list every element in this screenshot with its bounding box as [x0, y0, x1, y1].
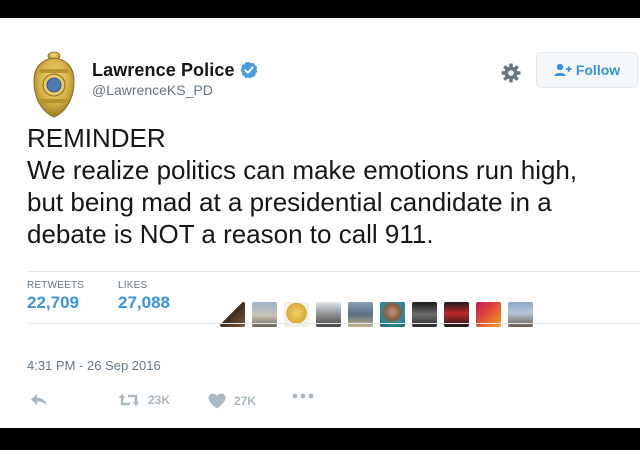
more-button[interactable] [292, 393, 322, 399]
retweets-stat[interactable]: RETWEETS 22,709 [27, 280, 84, 313]
top-black-bar [0, 0, 640, 18]
follow-button[interactable]: Follow [536, 52, 638, 88]
tweet-line: REMINDER [27, 123, 166, 153]
name-row: Lawrence Police [92, 58, 258, 82]
tweet-line: We realize politics can make emotions ru… [27, 155, 578, 185]
divider [27, 323, 640, 324]
likes-stat[interactable]: LIKES 27,088 [118, 280, 170, 313]
heart-icon [208, 393, 226, 409]
retweet-count: 23K [148, 393, 171, 407]
retweet-icon [118, 394, 140, 406]
tweet-line: debate is NOT a reason to call 911. [27, 219, 434, 249]
verified-badge-icon [240, 61, 258, 79]
reply-icon [31, 394, 47, 406]
tweet-card: Lawrence Police @LawrenceKS_PD Follow RE… [0, 18, 640, 428]
gear-icon[interactable] [500, 62, 522, 84]
liker-avatars [220, 302, 540, 328]
add-user-icon [554, 63, 572, 76]
like-count: 27K [234, 394, 257, 408]
likes-value: 27,088 [118, 293, 170, 312]
account-handle[interactable]: @LawrenceKS_PD [92, 82, 213, 98]
retweet-button[interactable]: 23K [118, 393, 170, 407]
display-name[interactable]: Lawrence Police [92, 60, 235, 81]
more-icon [292, 393, 314, 399]
retweets-label: RETWEETS [27, 280, 85, 291]
divider [27, 271, 640, 272]
bottom-black-bar [0, 428, 640, 450]
follow-label: Follow [575, 62, 621, 78]
police-badge-avatar[interactable] [30, 51, 78, 123]
tweet-text: REMINDER We realize politics can make em… [27, 122, 640, 250]
retweets-value: 22,709 [27, 293, 79, 312]
reply-button[interactable] [30, 393, 56, 407]
tweet-timestamp[interactable]: 4:31 PM - 26 Sep 2016 [27, 358, 161, 373]
tweet-line: but being mad at a presidential candidat… [27, 187, 552, 217]
like-button[interactable]: 27K [208, 393, 256, 409]
likes-label: LIKES [118, 280, 148, 291]
